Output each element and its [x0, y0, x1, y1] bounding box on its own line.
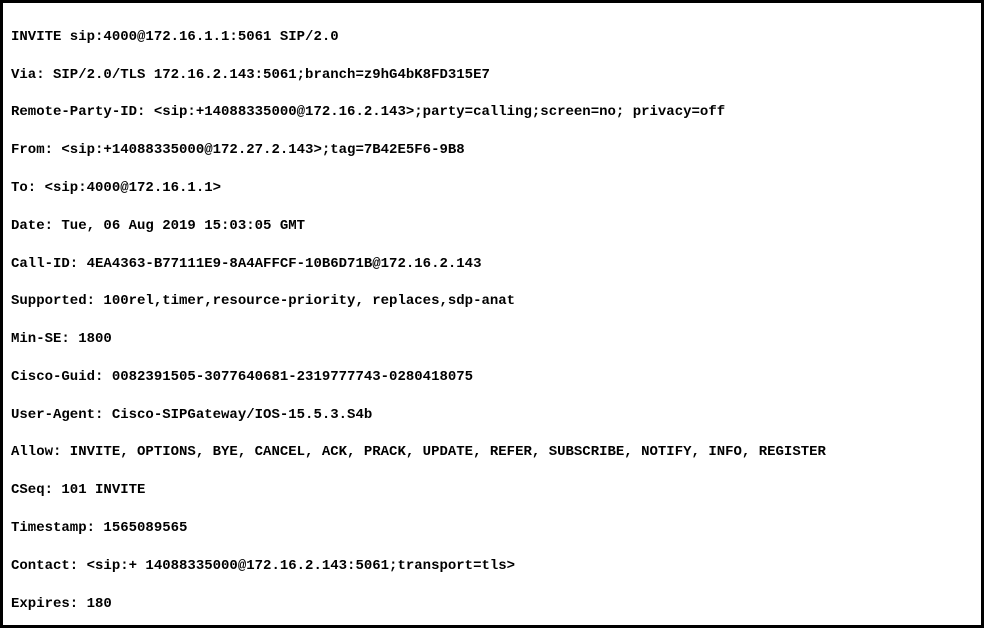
- sip-message-frame: INVITE sip:4000@172.16.1.1:5061 SIP/2.0 …: [0, 0, 984, 628]
- sip-line: CSeq: 101 INVITE: [11, 481, 973, 500]
- sip-line: Supported: 100rel,timer,resource-priorit…: [11, 292, 973, 311]
- sip-line: Min-SE: 1800: [11, 330, 973, 349]
- sip-line: Expires: 180: [11, 595, 973, 614]
- sip-line: Timestamp: 1565089565: [11, 519, 973, 538]
- sip-line: From: <sip:+14088335000@172.27.2.143>;ta…: [11, 141, 973, 160]
- sip-line: Remote-Party-ID: <sip:+14088335000@172.1…: [11, 103, 973, 122]
- sip-line: Contact: <sip:+ 14088335000@172.16.2.143…: [11, 557, 973, 576]
- sip-line: Cisco-Guid: 0082391505-3077640681-231977…: [11, 368, 973, 387]
- sip-line: To: <sip:4000@172.16.1.1>: [11, 179, 973, 198]
- sip-line: Allow: INVITE, OPTIONS, BYE, CANCEL, ACK…: [11, 443, 973, 462]
- sip-line: Via: SIP/2.0/TLS 172.16.2.143:5061;branc…: [11, 66, 973, 85]
- sip-line: Call-ID: 4EA4363-B77111E9-8A4AFFCF-10B6D…: [11, 255, 973, 274]
- sip-line: User-Agent: Cisco-SIPGateway/IOS-15.5.3.…: [11, 406, 973, 425]
- sip-line: INVITE sip:4000@172.16.1.1:5061 SIP/2.0: [11, 28, 973, 47]
- sip-line: Date: Tue, 06 Aug 2019 15:03:05 GMT: [11, 217, 973, 236]
